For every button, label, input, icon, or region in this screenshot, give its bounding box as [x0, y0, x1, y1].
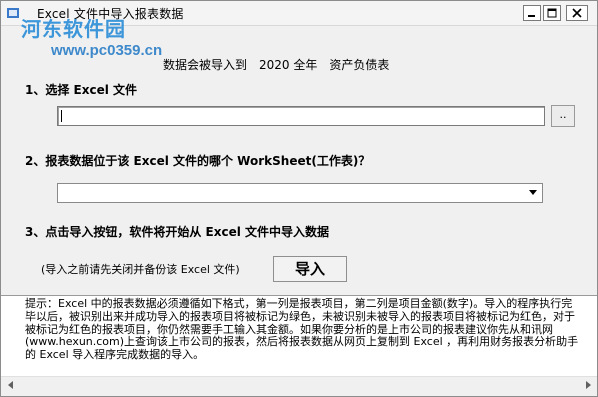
- close-icon: [572, 8, 582, 18]
- app-icon: [5, 5, 21, 21]
- minimize-icon: [528, 15, 535, 17]
- watermark-url: www.pc0359.cn: [51, 42, 163, 59]
- maximize-icon: [547, 8, 557, 18]
- chevron-down-icon: [529, 190, 537, 195]
- step3-label: 3、点击导入按钮，软件将开始从 Excel 文件中导入数据: [25, 225, 330, 239]
- tips-memo[interactable]: 提示：Excel 中的报表数据必须遵循如下格式，第一列是报表项目，第二列是项目金…: [1, 295, 597, 387]
- arrow-right-icon: [585, 380, 591, 389]
- step2-label: 2、报表数据位于该 Excel 文件的哪个 WorkSheet(工作表)？: [25, 154, 371, 168]
- step1-label: 1、选择 Excel 文件: [25, 83, 138, 97]
- window-title: Excel 文件中导入报表数据: [37, 7, 184, 21]
- dropdown-arrow-button[interactable]: [525, 185, 541, 201]
- browse-button[interactable]: ..: [551, 105, 575, 127]
- text-caret: [61, 110, 62, 122]
- import-button[interactable]: 导入: [273, 256, 347, 282]
- worksheet-select[interactable]: [57, 183, 543, 203]
- maximize-button[interactable]: [543, 5, 561, 21]
- scroll-left-button[interactable]: [3, 379, 17, 390]
- horizontal-scrollbar[interactable]: [1, 376, 597, 392]
- excel-file-path-input[interactable]: [57, 106, 545, 126]
- close-button[interactable]: [566, 5, 588, 21]
- import-target-notice: 数据会被导入到 2020 全年 资产负债表: [163, 58, 390, 72]
- title-bar[interactable]: Excel 文件中导入报表数据: [1, 1, 597, 26]
- import-hint: (导入之前请先关闭并备份该 Excel 文件): [41, 263, 240, 276]
- arrow-left-icon: [7, 380, 13, 389]
- import-dialog-window: Excel 文件中导入报表数据 河东软件园 www.pc0359.cn 数据会被…: [0, 0, 598, 397]
- minimize-button[interactable]: [523, 5, 541, 21]
- scroll-right-button[interactable]: [581, 379, 595, 390]
- tips-text: 提示：Excel 中的报表数据必须遵循如下格式，第一列是报表项目，第二列是项目金…: [25, 297, 579, 362]
